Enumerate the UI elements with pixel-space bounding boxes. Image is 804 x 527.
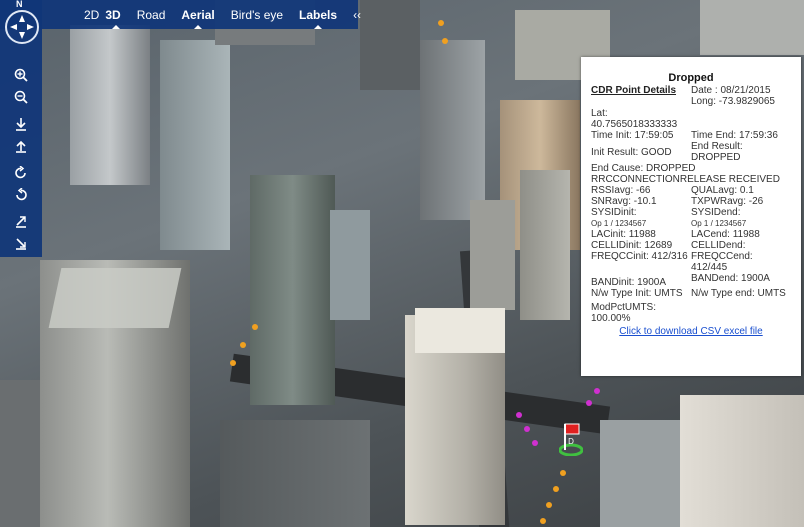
building [415,308,505,353]
building [600,420,680,527]
freq-end-field: FREQCCend: 412/445 [691,251,753,273]
birds-eye-view-button[interactable]: Bird's eye [225,8,289,22]
route-point [442,38,448,44]
building [470,200,515,310]
pitch-up-icon[interactable] [11,236,31,254]
aerial-view-button[interactable]: Aerial [175,8,220,29]
rotate-cw-icon[interactable] [11,165,31,184]
dropped-call-marker-icon[interactable]: D [559,422,583,456]
building [520,170,570,320]
route-point [532,440,538,446]
lac-end-field: LACend: 11988 [691,229,760,240]
cellid-init-field: CELLIDinit: 12689 [591,240,673,251]
snr-field: SNRavg: -10.1 [591,196,657,207]
zoom-out-icon[interactable] [11,90,31,108]
sysid-end-label: SYSIDend: [691,207,741,218]
route-point [553,486,559,492]
route-point [540,518,546,524]
date-field: Date : 08/21/2015 [691,85,771,96]
building [70,25,150,185]
download-csv-link[interactable]: Click to download CSV excel file [591,326,791,337]
sysid-end-value: Op 1 / 1234567 [691,219,747,228]
time-init-field: Time Init: 17:59:05 [591,130,674,141]
building [680,395,804,527]
building [48,268,182,328]
route-point [546,502,552,508]
building [160,40,230,250]
labels-toggle-button[interactable]: Labels [293,8,343,29]
sysid-init-value: Op 1 / 1234567 [591,219,647,228]
rotate-ccw-icon[interactable] [11,187,31,206]
band-init-field: BANDinit: 1900A [591,277,667,288]
band-end-field: BANDend: 1900A [691,273,770,284]
mode-3d-button[interactable]: 3D [105,8,126,29]
compass-rose-icon[interactable] [5,10,39,44]
route-point [524,426,530,432]
route-point [586,400,592,406]
building [220,420,370,527]
section-label: CDR Point Details [591,85,677,96]
building [700,0,804,55]
txpwr-field: TXPWRavg: -26 [691,196,764,207]
zoom-in-icon[interactable] [11,68,31,86]
lac-init-field: LACinit: 11988 [591,229,656,240]
nw-type-init-field: N/w Type Init: UMTS [591,288,683,299]
map-style-toolbar: 2D 3D Road Aerial Bird's eye Labels ‹‹ [0,0,361,29]
nw-type-end-field: N/w Type end: UMTS [691,288,786,299]
pitch-down-icon[interactable] [11,214,31,232]
building [420,40,485,220]
compass-north-label: N [16,0,23,9]
route-point [230,360,236,366]
tilt-up-icon[interactable] [11,139,31,157]
route-point [438,20,444,26]
route-point [594,388,600,394]
building [360,0,420,90]
end-cause-field: End Cause: DROPPED RRCCONNECTIONRELEASE … [591,163,780,185]
rssi-field: RSSIavg: -66 [591,185,651,196]
init-result-field: Init Result: GOOD [591,147,672,158]
qual-field: QUALavg: 0.1 [691,185,754,196]
latitude-field: Lat: 40.7565018333333 [591,108,678,130]
navigation-control-bar: N [0,0,42,257]
building [250,175,335,405]
mode-2d-button[interactable]: 2D [78,8,105,22]
route-point [516,412,522,418]
svg-text:D: D [568,437,574,446]
building [330,210,370,320]
road-view-button[interactable]: Road [131,8,172,22]
sysid-init-label: SYSIDinit: [591,207,637,218]
cellid-end-field: CELLIDend: [691,240,746,251]
time-end-field: Time End: 17:59:36 [691,130,778,141]
route-point [560,470,566,476]
cdr-point-details-popup: Dropped CDR Point Details Date : 08/21/2… [581,57,801,376]
route-point [252,324,258,330]
route-point [240,342,246,348]
freq-init-field: FREQCCinit: 412/316 [591,251,688,262]
tilt-down-icon[interactable] [11,117,31,135]
building [0,380,40,527]
end-result-field: End Result: DROPPED [691,141,743,163]
modpct-field: ModPctUMTS: 100.00% [591,302,657,324]
popup-title: Dropped [668,72,714,84]
longitude-field: Long: -73.9829065 [691,96,775,107]
collapse-toolbar-button[interactable]: ‹‹ [347,8,367,22]
